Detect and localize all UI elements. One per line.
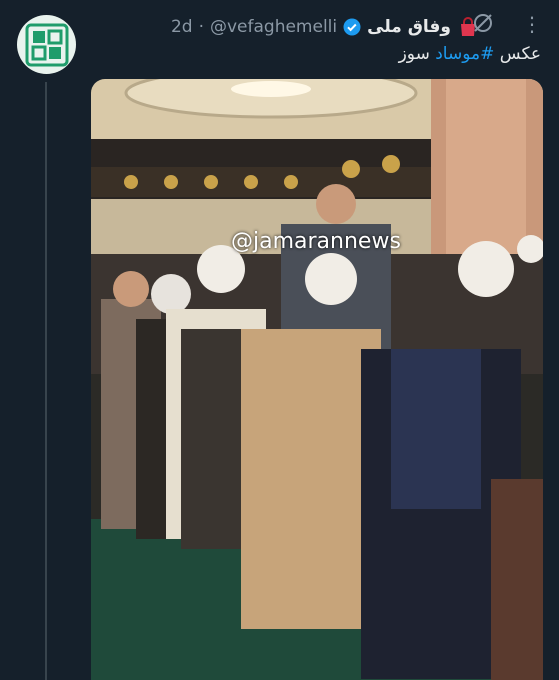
avatar[interactable] bbox=[17, 15, 76, 74]
photo-scene bbox=[91, 79, 543, 680]
tweet-header: وفاق ملی @vefaghemelli · 2d bbox=[95, 14, 479, 40]
hashtag-link[interactable]: #موساد bbox=[435, 44, 494, 64]
author-handle[interactable]: @vefaghemelli bbox=[210, 17, 337, 37]
tweet-text-prefix: عکس bbox=[499, 44, 541, 64]
thread-line bbox=[45, 82, 47, 680]
tweet-time[interactable]: 2d bbox=[171, 17, 193, 37]
tweet-text: عکس #موساد سوز bbox=[96, 44, 541, 64]
tweet-text-suffix: سوز bbox=[398, 44, 430, 64]
photo-watermark: @jamarannews bbox=[231, 229, 401, 254]
more-options-icon[interactable]: ⋮ bbox=[522, 12, 542, 36]
verified-badge-icon bbox=[343, 18, 361, 36]
vefagh-logo-icon bbox=[25, 23, 68, 66]
separator-dot: · bbox=[198, 17, 204, 37]
tweet-photo[interactable]: @jamarannews bbox=[91, 79, 543, 680]
grok-icon[interactable] bbox=[471, 11, 495, 35]
author-name[interactable]: وفاق ملی bbox=[367, 17, 451, 37]
